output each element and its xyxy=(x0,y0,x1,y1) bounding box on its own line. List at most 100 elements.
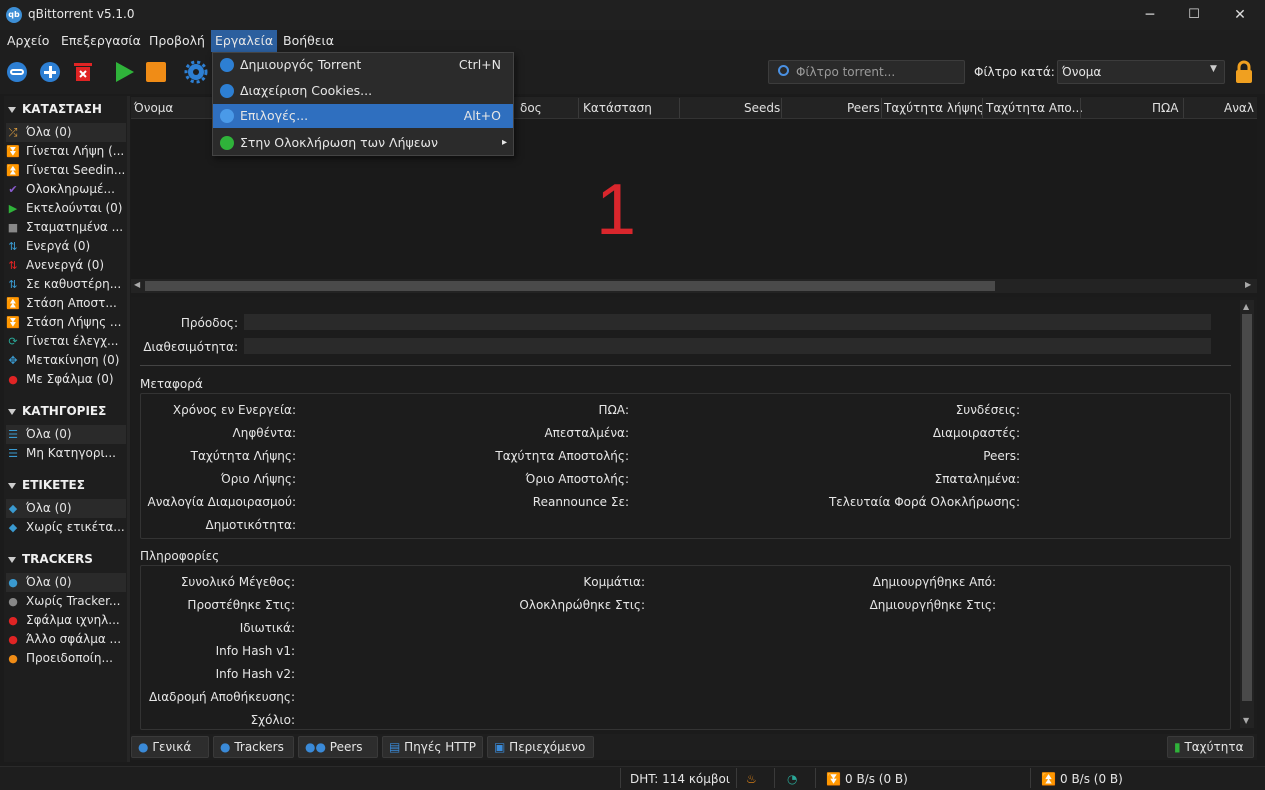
menu-tools[interactable]: Εργαλεία xyxy=(211,30,278,52)
menu-edit[interactable]: Επεξεργασία xyxy=(57,30,145,52)
tab-trackers[interactable]: ● Trackers xyxy=(213,736,294,758)
chart-icon: ▮ xyxy=(1174,740,1181,754)
maximize-button[interactable]: ☐ xyxy=(1171,0,1217,30)
info-field-label: Ιδιωτικά: xyxy=(239,621,295,635)
info-field-label: Διαδρομή Αποθήκευσης: xyxy=(148,690,295,704)
menu-item-torrent-creator[interactable]: Δημιουργός Torrent Ctrl+N xyxy=(213,53,513,77)
arrows-updown-icon: ⇅ xyxy=(8,278,18,291)
transfer-field-label: Σπαταλημένα: xyxy=(934,472,1020,486)
sidebar-item-status-all[interactable]: ⤮ Όλα (0) xyxy=(6,123,126,142)
menu-item-options[interactable]: Επιλογές... Alt+O xyxy=(213,104,513,128)
info-header: Πληροφορίες xyxy=(140,549,220,563)
submenu-arrow-icon: ▸ xyxy=(501,137,507,148)
column-download-speed[interactable]: Ταχύτητα λήψης xyxy=(884,101,984,115)
chevron-down-icon: ▼ xyxy=(1210,64,1217,74)
delete-torrent-button[interactable] xyxy=(71,60,95,84)
column-separator xyxy=(1080,98,1081,118)
shuffle-icon: ⤮ xyxy=(8,126,18,139)
transfer-field-label: Ταχύτητα Λήψης: xyxy=(190,449,296,463)
sidebar-item-stalled-download[interactable]: ⏬ Στάση Λήψης ... xyxy=(6,313,126,332)
scroll-right-icon[interactable]: ▶ xyxy=(1245,280,1251,289)
info-field-label: Συνολικό Μέγεθος: xyxy=(180,575,295,589)
scroll-down-icon[interactable]: ▼ xyxy=(1243,716,1249,725)
status-separator xyxy=(815,768,816,788)
scrollbar-thumb[interactable] xyxy=(145,281,995,291)
tab-general[interactable]: ● Γενικά xyxy=(131,736,209,758)
column-eta[interactable]: ΠΩΑ xyxy=(1152,101,1178,115)
upload-icon: ⏫ xyxy=(6,297,20,310)
menu-help[interactable]: Βοήθεια xyxy=(279,30,338,52)
speed-tab-button[interactable]: ▮ Ταχύτητα xyxy=(1167,736,1254,758)
transfer-header: Μεταφορά xyxy=(140,377,203,391)
sidebar-item-stalled[interactable]: ⇅ Σε καθυστέρη... xyxy=(6,275,126,294)
scrollbar-thumb[interactable] xyxy=(1242,314,1252,701)
menu-view[interactable]: Προβολή xyxy=(145,30,209,52)
status-separator xyxy=(736,768,737,788)
menu-item-manage-cookies[interactable]: Διαχείριση Cookies... xyxy=(213,79,513,103)
arrows-updown-icon: ⇅ xyxy=(8,259,18,272)
menu-file[interactable]: Αρχείο xyxy=(3,30,53,52)
sidebar-item-downloading[interactable]: ⏬ Γίνεται Λήψη (... xyxy=(6,142,126,161)
error-icon: ● xyxy=(8,373,18,386)
progress-label: Πρόοδος: xyxy=(180,316,238,330)
column-separator xyxy=(781,98,782,118)
add-torrent-file-button[interactable] xyxy=(38,60,62,84)
column-progress[interactable]: δος xyxy=(520,101,542,115)
tab-content[interactable]: ▣ Περιεχόμενο xyxy=(487,736,594,758)
check-icon xyxy=(220,136,234,150)
scroll-left-icon[interactable]: ◀ xyxy=(134,280,140,289)
column-seeds[interactable]: Seeds xyxy=(744,101,780,115)
download-speed-status[interactable]: 0 B/s (0 B) xyxy=(845,772,908,786)
close-button[interactable]: ✕ xyxy=(1217,0,1263,30)
info-field-label: Δημιουργήθηκε Από: xyxy=(872,575,996,589)
minimize-button[interactable]: ─ xyxy=(1127,0,1173,30)
sidebar-item-completed[interactable]: ✔ Ολοκληρωμέ... xyxy=(6,180,126,199)
plus-icon xyxy=(40,62,60,82)
window-title: qBittorrent v5.1.0 xyxy=(28,7,135,21)
sidebar-trackers-header[interactable]: TRACKERS xyxy=(8,550,93,568)
column-upload-speed[interactable]: Ταχύτητα Απο... xyxy=(986,101,1083,115)
tab-peers[interactable]: ●● Peers xyxy=(298,736,378,758)
info-field-label: Κομμάτια: xyxy=(583,575,645,589)
search-placeholder: Φίλτρο torrent... xyxy=(796,65,896,79)
sidebar-item-seeding[interactable]: ⏫ Γίνεται Seedin... xyxy=(6,161,126,180)
sidebar-item-checking[interactable]: ⟳ Γίνεται έλεγχ... xyxy=(6,332,126,351)
stop-button[interactable] xyxy=(144,60,168,84)
flame-icon[interactable]: ♨ xyxy=(746,772,757,786)
sidebar-item-active[interactable]: ⇅ Ενεργά (0) xyxy=(6,237,126,256)
move-icon: ✥ xyxy=(8,354,18,367)
column-separator xyxy=(578,98,579,118)
sidebar-item-stopped[interactable]: ■ Σταματημένα ... xyxy=(6,218,126,237)
upload-speed-status[interactable]: 0 B/s (0 B) xyxy=(1060,772,1123,786)
column-peers[interactable]: Peers xyxy=(847,101,880,115)
sidebar-item-stalled-upload[interactable]: ⏫ Στάση Αποστ... xyxy=(6,294,126,313)
app-icon: qb xyxy=(6,7,22,23)
column-ratio[interactable]: Αναλ xyxy=(1224,101,1255,115)
sidebar-item-inactive[interactable]: ⇅ Ανενεργά (0) xyxy=(6,256,126,275)
sidebar-item-running[interactable]: ▶ Εκτελούνται (0) xyxy=(6,199,126,218)
check-icon: ✔ xyxy=(8,183,18,196)
gear-icon xyxy=(220,109,234,123)
lock-icon[interactable] xyxy=(1234,60,1254,84)
add-torrent-link-button[interactable] xyxy=(5,60,29,84)
speed-limit-icon[interactable]: ◔ xyxy=(787,772,797,786)
sidebar-status-header[interactable]: ΚΑΤΑΣΤΑΣΗ xyxy=(8,100,102,118)
transfer-field-label: Reannounce Σε: xyxy=(532,495,629,509)
sidebar-item-moving[interactable]: ✥ Μετακίνηση (0) xyxy=(6,351,126,370)
download-icon: ⏬ xyxy=(826,772,841,786)
options-button[interactable] xyxy=(184,60,208,84)
sidebar-item-errored[interactable]: ● Με Σφάλμα (0) xyxy=(6,370,126,389)
tab-http-sources[interactable]: ▤ Πηγές HTTP xyxy=(382,736,483,758)
info-icon: ● xyxy=(138,740,149,754)
stop-icon: ■ xyxy=(7,221,19,234)
info-field-label: Προστέθηκε Στις: xyxy=(187,598,295,612)
column-status[interactable]: Κατάσταση xyxy=(583,101,652,115)
resume-button[interactable] xyxy=(112,60,136,84)
upload-icon: ⏫ xyxy=(1041,772,1056,786)
column-name[interactable]: Όνομα xyxy=(134,101,173,115)
column-separator xyxy=(1183,98,1184,118)
scroll-up-icon[interactable]: ▲ xyxy=(1243,302,1249,311)
filter-value: Όνομα xyxy=(1062,65,1102,79)
menu-item-on-downloads-done[interactable]: Στην Ολοκλήρωση των Λήψεων ▸ xyxy=(213,131,513,155)
map-pin-icon: ● xyxy=(220,740,231,754)
